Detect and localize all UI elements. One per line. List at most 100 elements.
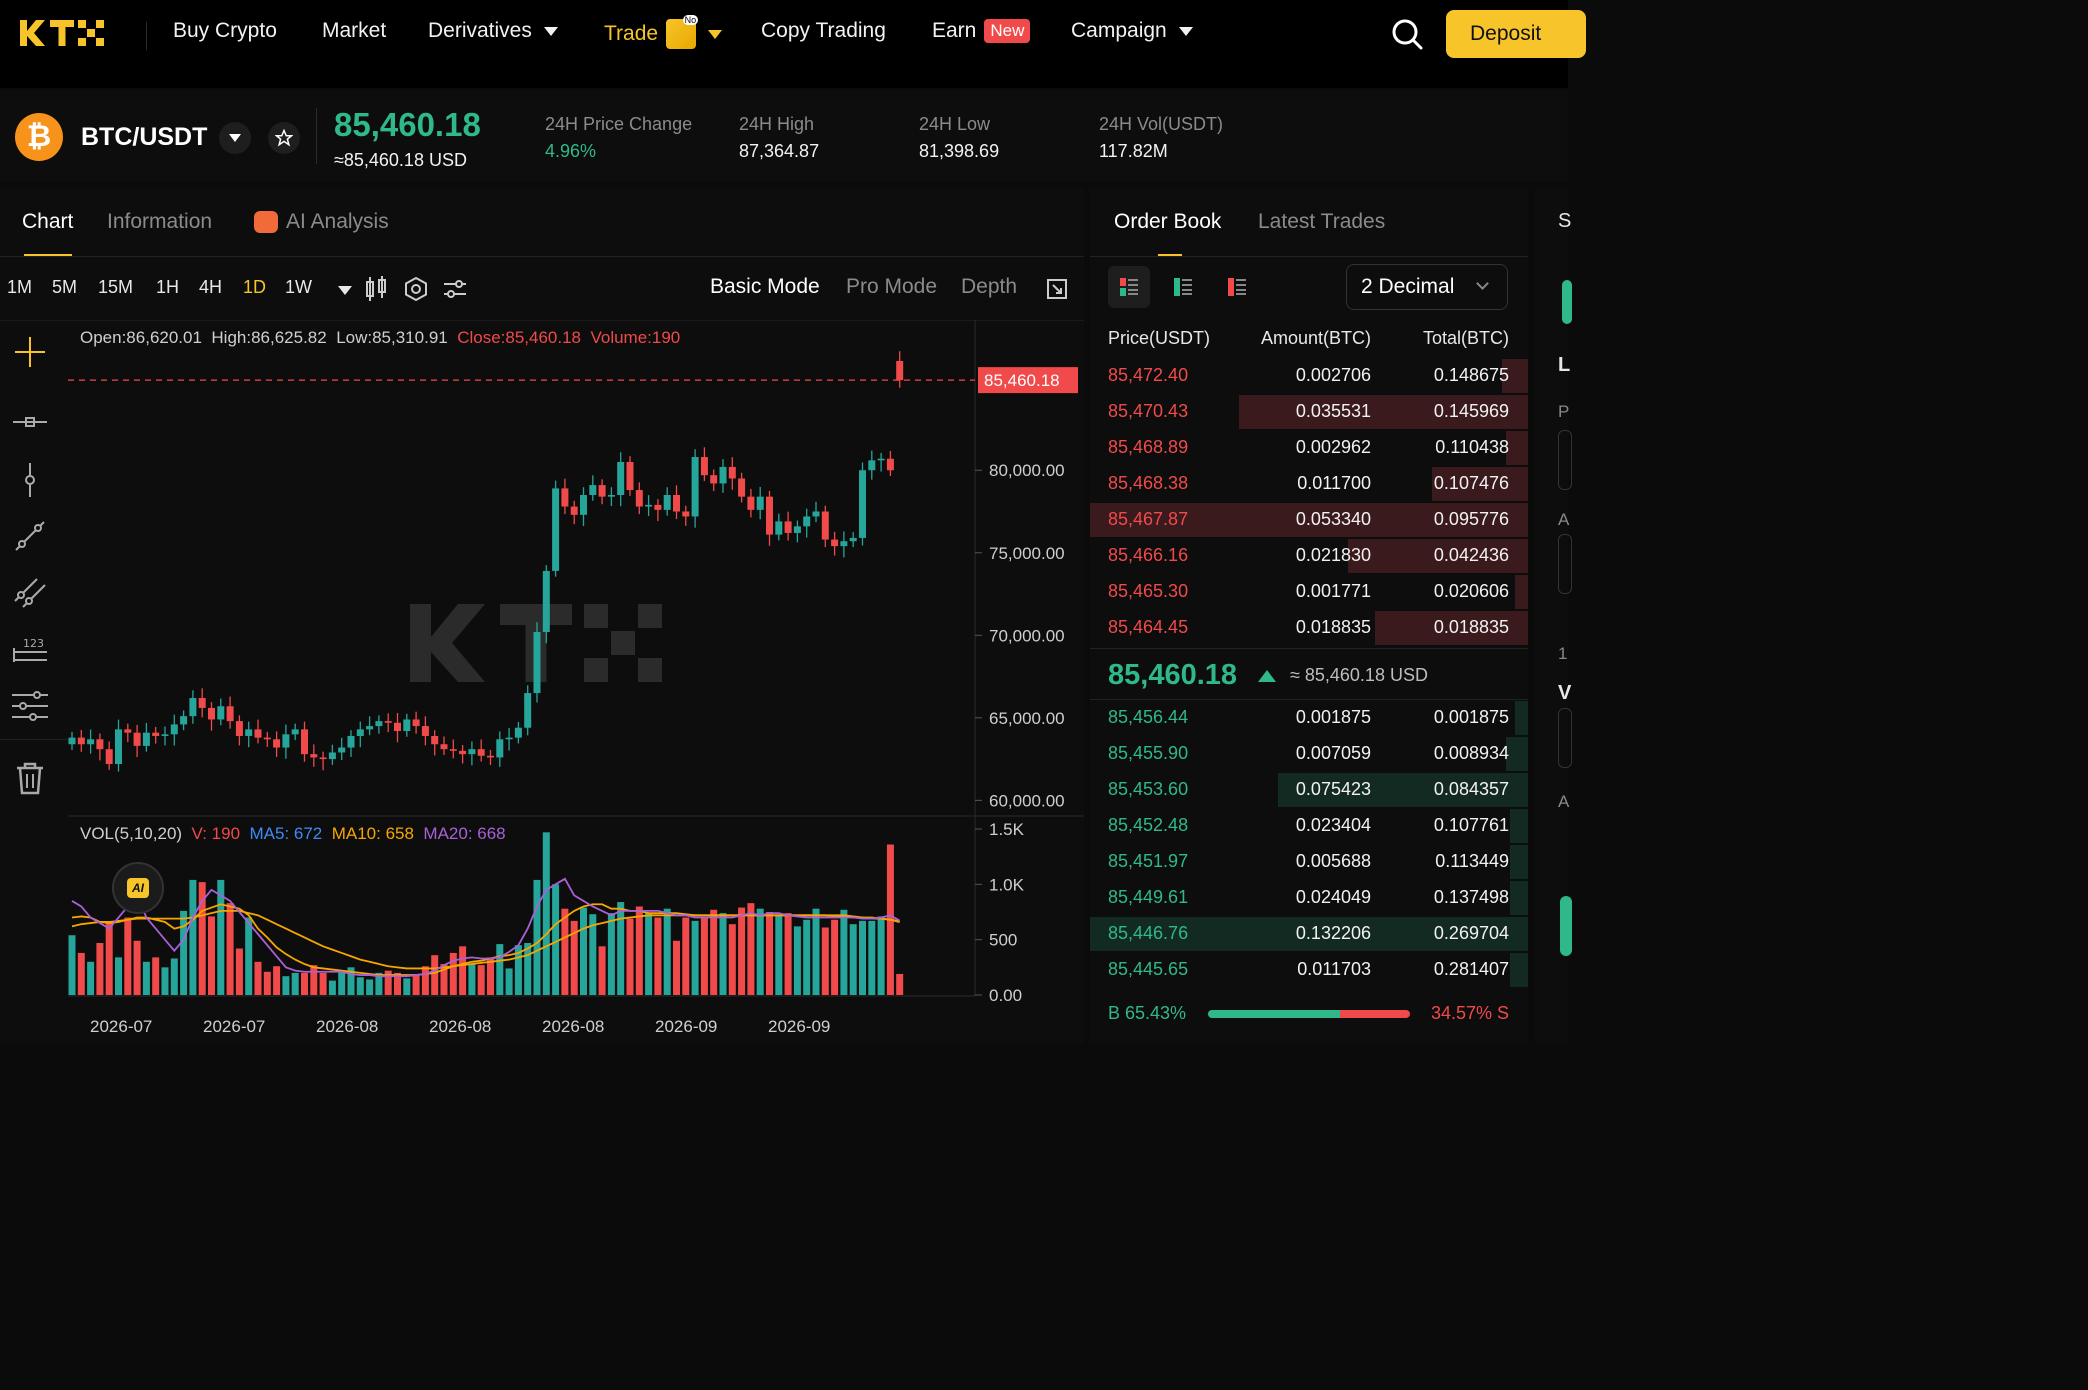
candle-body (133, 732, 141, 746)
volume-bar (328, 980, 336, 995)
volume-tick-label: 500 (989, 931, 1017, 950)
volume-bar (840, 909, 848, 995)
row-price: 85,445.65 (1108, 959, 1189, 979)
candle-body (115, 729, 122, 765)
volume-tick-label: 0.00 (989, 986, 1022, 1005)
volume-bar (561, 908, 569, 995)
candle-body (673, 494, 680, 512)
candle-body (375, 721, 383, 727)
candle-body (394, 722, 401, 732)
deposit-button[interactable]: Deposit (1446, 10, 1586, 58)
volume-bar (170, 958, 178, 995)
edge-total-input[interactable] (1558, 708, 1572, 768)
row-total: 0.107476 (1433, 473, 1509, 493)
depth-bar (1506, 431, 1528, 465)
candle-body (840, 541, 848, 547)
row-total: 0.281407 (1433, 959, 1509, 979)
ask-row[interactable]: 85,467.87 0.053340 0.095776 (1090, 502, 1528, 538)
bid-row[interactable]: 85,451.97 0.005688 0.113449 (1090, 844, 1528, 880)
view-bids-button[interactable] (1162, 266, 1204, 308)
price-chart[interactable]: 80,000.00 75,000.00 70,000.00 65,000.00 60,0… (0, 188, 1084, 1044)
ask-row[interactable]: 85,472.40 0.002706 0.148675 (1090, 358, 1528, 394)
row-amount: 0.053340 (1295, 509, 1371, 529)
pair-dropdown-button[interactable] (219, 122, 251, 154)
nav-item-trade[interactable]: Trade No (604, 15, 723, 49)
bid-row[interactable]: 85,455.90 0.007059 0.008934 (1090, 736, 1528, 772)
view-both-button[interactable] (1108, 266, 1150, 308)
nav-item-label: Buy Crypto (173, 19, 277, 42)
candle-body (505, 737, 513, 740)
row-total: 0.095776 (1433, 509, 1509, 529)
price-tick-label: 60,000.00 (989, 791, 1065, 810)
candle-body (152, 732, 160, 736)
volume-bar (645, 913, 653, 995)
ask-row[interactable]: 85,468.89 0.002962 0.110438 (1090, 430, 1528, 466)
edge-text: S (1558, 210, 1572, 232)
bid-row[interactable]: 85,446.76 0.132206 0.269704 (1090, 916, 1528, 952)
candle-body (245, 729, 253, 736)
row-amount: 0.001875 (1295, 707, 1371, 727)
volume-bar (793, 926, 801, 995)
ai-assistant-button[interactable]: AI (112, 862, 164, 914)
bid-row[interactable]: 85,452.48 0.023404 0.107761 (1090, 808, 1528, 844)
row-total: 0.018835 (1433, 617, 1509, 637)
volume-bar (719, 913, 727, 995)
view-asks-button[interactable] (1216, 266, 1258, 308)
nav-item-earn[interactable]: Earn New (932, 19, 1031, 43)
candle-body (626, 461, 634, 491)
nav-divider (146, 22, 147, 50)
arrow-up-icon (1258, 670, 1276, 682)
volume-bar (617, 902, 625, 995)
bid-row[interactable]: 85,453.60 0.075423 0.084357 (1090, 772, 1528, 808)
tab-order-book[interactable]: Order Book (1114, 210, 1221, 234)
nav-item-campaign[interactable]: Campaign (1071, 19, 1193, 43)
candle-body (561, 488, 569, 507)
nav-item-copy-trading[interactable]: Copy Trading (761, 19, 886, 43)
bid-row[interactable]: 85,456.44 0.001875 0.001875 (1090, 700, 1528, 736)
volume-bar (301, 972, 308, 995)
candle-body (617, 461, 625, 495)
row-total: 0.269704 (1433, 923, 1509, 943)
ask-row[interactable]: 85,470.43 0.035531 0.145969 (1090, 394, 1528, 430)
bitcoin-icon: ₿ (15, 113, 63, 161)
edge-buy-button[interactable] (1560, 896, 1572, 956)
row-price: 85,464.45 (1108, 617, 1189, 637)
ask-row[interactable]: 85,468.38 0.011700 0.107476 (1090, 466, 1528, 502)
ktx-logo[interactable] (20, 18, 106, 48)
ask-row[interactable]: 85,464.45 0.018835 0.018835 (1090, 610, 1528, 646)
nav-item-derivatives[interactable]: Derivatives (428, 19, 558, 43)
favorite-star-button[interactable] (268, 122, 300, 154)
tab-latest-trades[interactable]: Latest Trades (1258, 210, 1385, 234)
volume-bar (245, 917, 253, 995)
candle-body (161, 734, 169, 736)
edge-buy-toggle[interactable] (1562, 280, 1572, 324)
header-amount: Amount(BTC) (1260, 328, 1371, 348)
nav-item-buy-crypto[interactable]: Buy Crypto (173, 19, 277, 43)
candle-body (542, 570, 550, 632)
stat-label: 24H Low (919, 114, 991, 134)
nav-item-market[interactable]: Market (322, 19, 386, 43)
ask-row[interactable]: 85,465.30 0.001771 0.020606 (1090, 574, 1528, 610)
edge-price-input[interactable] (1558, 430, 1572, 490)
row-total: 0.084357 (1433, 779, 1509, 799)
row-amount: 0.001771 (1295, 581, 1371, 601)
volume-bar (803, 919, 811, 995)
edge-text: A (1558, 510, 1570, 529)
decimal-value: 2 Decimal (1361, 275, 1455, 298)
trading-pair[interactable]: BTC/USDT (81, 123, 207, 152)
bid-row[interactable]: 85,445.65 0.011703 0.281407 (1090, 952, 1528, 988)
candle-body (226, 706, 234, 722)
candle-body (449, 749, 457, 751)
search-icon[interactable] (1390, 17, 1424, 51)
ask-row[interactable]: 85,466.16 0.021830 0.042436 (1090, 538, 1528, 574)
bid-row[interactable]: 85,449.61 0.024049 0.137498 (1090, 880, 1528, 916)
candle-body (310, 754, 318, 758)
volume-bar (161, 967, 169, 995)
edge-amount-input[interactable] (1558, 534, 1572, 594)
volume-bar (412, 973, 420, 995)
decimal-select[interactable]: 2 Decimal (1346, 264, 1508, 310)
candle-body (189, 698, 197, 717)
volume-bar (607, 913, 615, 995)
candle-body (896, 360, 904, 381)
depth-bar (1510, 881, 1528, 915)
